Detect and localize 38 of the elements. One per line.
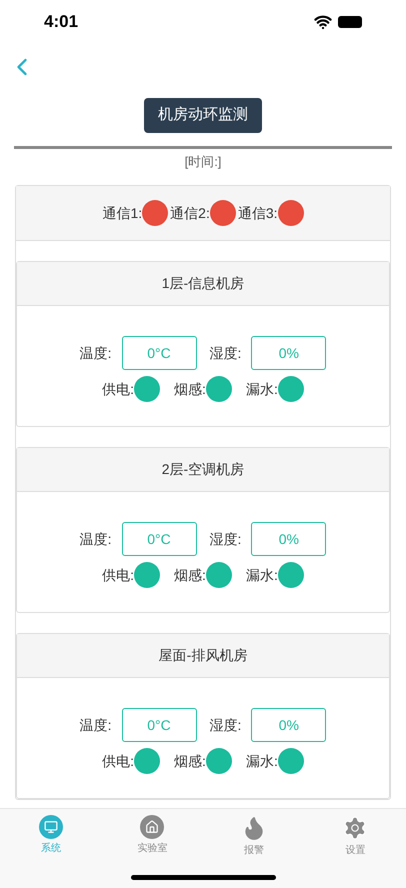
- temperature-label: 温度:: [80, 344, 112, 362]
- comm-label: 通信1:: [102, 204, 142, 222]
- sensor-label: 烟感:: [174, 752, 206, 770]
- humidity-label: 湿度:: [210, 716, 242, 734]
- monitor-icon: [38, 815, 63, 839]
- comm-label: 通信2:: [170, 204, 210, 222]
- temperature-field: 0°C: [122, 336, 196, 370]
- room-name: 屋面-排风机房: [158, 646, 248, 665]
- tab-item[interactable]: 设置: [304, 815, 406, 858]
- sensor-label: 供电:: [102, 380, 134, 398]
- temperature-field: 0°C: [122, 708, 196, 742]
- humidity-label: 湿度:: [210, 530, 242, 548]
- tab-item[interactable]: 实验室: [102, 815, 203, 858]
- tab-item[interactable]: 报警: [203, 815, 304, 858]
- wifi-icon: [314, 13, 332, 31]
- temperature-label: 温度:: [80, 716, 112, 734]
- sensor-label: 供电:: [102, 752, 134, 770]
- sensor-label: 漏水:: [246, 752, 278, 770]
- humidity-field: 0%: [251, 522, 326, 556]
- humidity-field: 0%: [251, 336, 326, 370]
- page-title: 机房动环监测: [144, 98, 262, 132]
- sensor-label: 漏水:: [246, 380, 278, 398]
- time-label: [时间:]: [184, 152, 222, 171]
- room-name: 2层-空调机房: [162, 460, 244, 479]
- humidity-label: 湿度:: [210, 344, 242, 362]
- room-name: 1层-信息机房: [162, 274, 244, 293]
- sensor-label: 供电:: [102, 566, 134, 584]
- humidity-field: 0%: [251, 708, 326, 742]
- comm-label: 通信3:: [238, 204, 278, 222]
- battery-icon: [338, 16, 362, 28]
- sensor-label: 烟感:: [174, 566, 206, 584]
- temperature-field: 0°C: [122, 522, 196, 556]
- status-time: 4:01: [44, 11, 78, 34]
- tab-item[interactable]: 系统: [0, 815, 102, 858]
- temperature-label: 温度:: [80, 530, 112, 548]
- sensor-label: 漏水:: [246, 566, 278, 584]
- sensor-label: 烟感:: [174, 380, 206, 398]
- home-icon: [140, 815, 164, 839]
